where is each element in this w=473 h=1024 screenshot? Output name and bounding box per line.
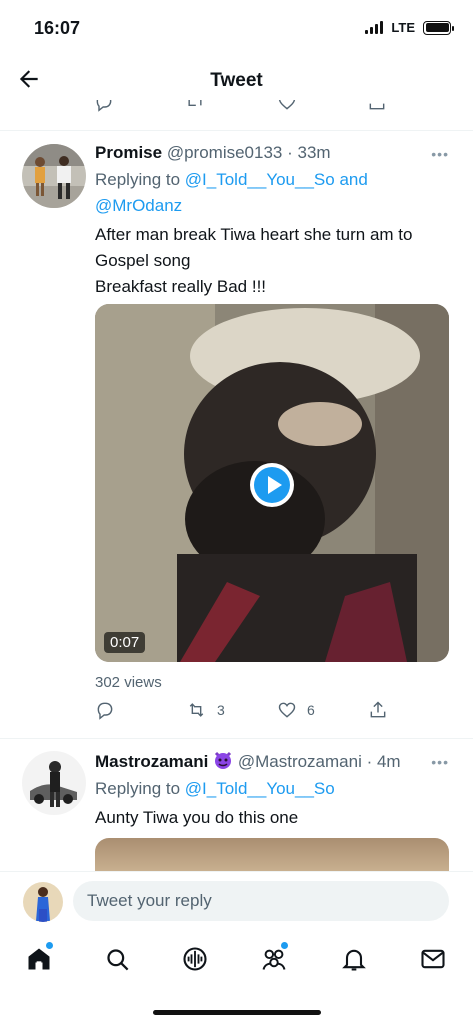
retweet-count: 3	[217, 702, 225, 718]
retweet-button[interactable]: 3	[186, 700, 225, 720]
author-handle[interactable]: @Mastrozamani	[238, 752, 362, 771]
replying-to: Replying to @I_Told__You__So	[95, 776, 453, 802]
notification-dot	[281, 942, 288, 949]
battery-icon	[423, 20, 454, 35]
share-button[interactable]	[368, 700, 388, 720]
nav-messages[interactable]	[416, 942, 450, 976]
replying-to-label: Replying to	[95, 779, 181, 798]
more-options-icon[interactable]: •••	[431, 754, 449, 770]
tweet-time: · 33m	[287, 143, 331, 162]
nav-communities[interactable]	[257, 942, 291, 976]
tweet-body: Mastrozamani @Mastrozamani · 4m Replying…	[95, 750, 453, 831]
replying-to: Replying to @I_Told__You__So and @MrOdan…	[95, 167, 453, 219]
share-icon[interactable]	[367, 100, 387, 112]
nav-home[interactable]	[22, 942, 56, 976]
play-button[interactable]	[250, 463, 294, 507]
cellular-signal-icon	[365, 21, 384, 34]
mention-joiner[interactable]: and	[339, 170, 367, 189]
messages-icon	[421, 949, 445, 969]
previous-tweet-actions	[0, 100, 473, 114]
retweet-icon	[189, 703, 204, 717]
like-button[interactable]: 6	[277, 700, 315, 720]
tweet-time: · 4m	[366, 752, 401, 771]
bottom-navigation	[0, 930, 473, 1024]
video-thumbnail[interactable]: 0:07	[95, 304, 449, 662]
share-icon	[370, 701, 386, 718]
nav-notifications[interactable]	[337, 942, 371, 976]
top-bar: Tweet	[0, 56, 473, 106]
avatar[interactable]	[22, 751, 86, 815]
tweet-text: Aunty Tiwa you do this one	[95, 808, 299, 827]
home-indicator	[153, 1010, 321, 1015]
tweet-header: Promise @promise0133 · 33m	[95, 142, 453, 164]
tweet-text-line: After man break Tiwa heart she turn am t…	[95, 225, 413, 270]
notification-dot	[46, 942, 53, 949]
author-name[interactable]: Mastrozamani	[95, 752, 208, 771]
status-indicators: LTE	[365, 20, 454, 35]
reply-button[interactable]	[95, 700, 115, 720]
replying-to-label: Replying to	[95, 170, 181, 189]
avatar[interactable]	[22, 144, 86, 208]
user-avatar[interactable]	[23, 882, 63, 922]
spaces-icon	[183, 947, 207, 971]
network-type: LTE	[391, 20, 415, 35]
tweet-actions: 3 6	[95, 700, 395, 724]
reply-icon[interactable]	[94, 100, 114, 112]
nav-search[interactable]	[100, 942, 134, 976]
home-icon	[28, 948, 50, 970]
more-options-icon[interactable]: •••	[431, 146, 449, 162]
mention-link[interactable]: @I_Told__You__So	[185, 779, 335, 798]
like-count: 6	[307, 702, 315, 718]
tweet-text: After man break Tiwa heart she turn am t…	[95, 222, 453, 300]
page-title: Tweet	[210, 70, 263, 91]
nav-spaces[interactable]	[178, 942, 212, 976]
notifications-icon	[342, 949, 366, 971]
search-icon	[106, 948, 128, 970]
tweet-text-line: Breakfast really Bad !!!	[95, 277, 267, 296]
tweet-body: Promise @promise0133 · 33m Replying to @…	[95, 142, 453, 300]
status-bar: 16:07 LTE	[0, 0, 473, 56]
mention-link[interactable]: @I_Told__You__So	[185, 170, 335, 189]
reply-icon	[97, 702, 113, 720]
tweet-media-preview[interactable]	[95, 838, 449, 872]
like-icon[interactable]	[277, 100, 297, 112]
video-duration: 0:07	[104, 632, 146, 653]
tweet-header: Mastrozamani @Mastrozamani · 4m	[95, 750, 453, 773]
mention-link[interactable]: @MrOdanz	[95, 196, 182, 215]
devil-emoji-icon	[213, 750, 233, 770]
reply-input[interactable]	[73, 881, 449, 921]
author-name[interactable]: Promise	[95, 143, 162, 162]
author-handle[interactable]: @promise0133	[167, 143, 283, 162]
status-time: 16:07	[34, 18, 81, 38]
like-icon	[278, 702, 296, 718]
retweet-icon[interactable]	[185, 100, 205, 112]
view-count: 302 views	[95, 674, 162, 691]
reply-bar	[0, 871, 473, 929]
communities-icon	[262, 949, 286, 970]
